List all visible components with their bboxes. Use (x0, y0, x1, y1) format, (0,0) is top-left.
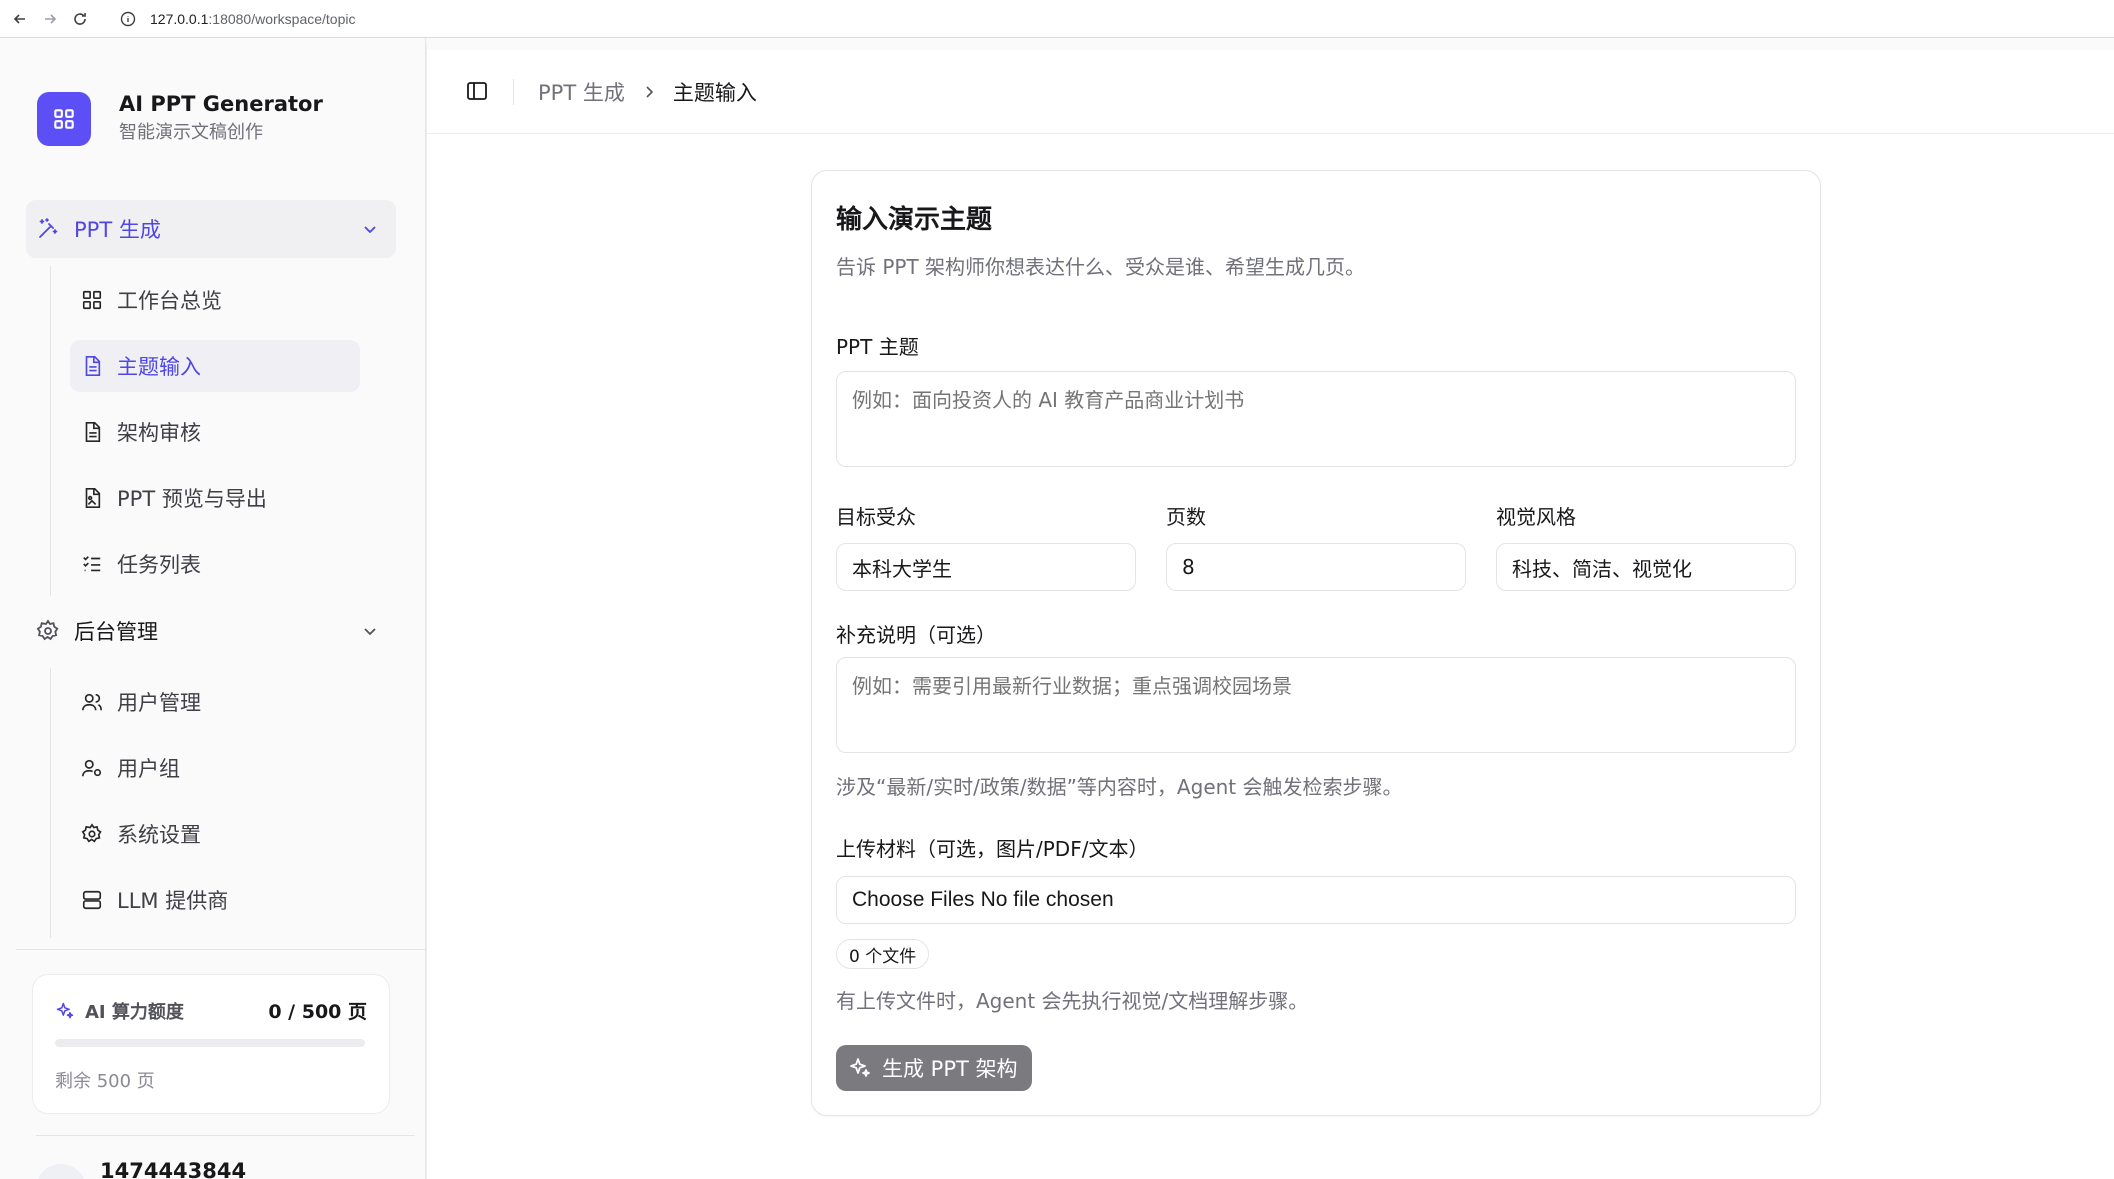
page-title: 输入演示主题 (836, 205, 993, 235)
sparkles-icon (56, 1002, 74, 1018)
style-input[interactable]: 科技、简洁、视觉化 (1496, 543, 1796, 591)
nav-group-label: 后台管理 (74, 620, 158, 644)
sidebar-item-dashboard[interactable]: 工作台总览 (70, 274, 360, 326)
browser-toolbar: 127.0.0.1:18080/workspace/topic (0, 0, 2114, 38)
sidebar-item-user-groups[interactable]: 用户组 (70, 742, 360, 794)
document-icon (81, 421, 103, 443)
gear-icon (81, 823, 103, 845)
dashboard-icon (81, 289, 103, 311)
sidebar-item-llm-providers[interactable]: LLM 提供商 (70, 874, 360, 926)
user-name[interactable]: 1474443844 (100, 1159, 246, 1179)
user-group-icon (81, 757, 103, 779)
main-content: PPT 生成 主题输入 输入演示主题 告诉 PPT 架构师你想表达什么、受众是谁… (426, 38, 2114, 1179)
back-icon[interactable] (10, 9, 30, 29)
nav-group-admin[interactable]: 后台管理 (26, 602, 396, 660)
generate-button-label: 生成 PPT 架构 (882, 1057, 1018, 1081)
avatar[interactable] (36, 1164, 86, 1179)
sidebar-item-label: 主题输入 (117, 355, 201, 379)
breadcrumb: PPT 生成 主题输入 (538, 77, 757, 107)
list-check-icon (81, 553, 103, 575)
info-icon (120, 11, 136, 26)
document-icon (81, 355, 103, 377)
sidebar-item-users[interactable]: 用户管理 (70, 676, 360, 728)
quota-card: AI 算力额度 0 / 500 页 剩余 500 页 (32, 974, 390, 1114)
topic-input[interactable] (836, 371, 1796, 467)
quota-progress-bar (55, 1039, 365, 1047)
sidebar-item-label: 用户组 (117, 757, 180, 781)
file-image-icon (81, 487, 103, 509)
sidebar-item-label: LLM 提供商 (117, 889, 229, 913)
notes-input[interactable] (836, 657, 1796, 753)
sidebar-divider (36, 1135, 414, 1136)
nav-group-ppt[interactable]: PPT 生成 (26, 200, 396, 258)
nav-sublist-admin: 用户管理 用户组 系统设置 LLM 提供商 (50, 668, 366, 938)
nav-sublist-ppt: 工作台总览 主题输入 架构审核 PPT 预览与导出 任务列表 (50, 266, 366, 596)
sidebar-item-tasks[interactable]: 任务列表 (70, 538, 360, 590)
upload-label: 上传材料（可选，图片/PDF/文本） (836, 837, 1149, 861)
file-count-badge: 0 个文件 (836, 939, 930, 969)
sidebar: AI PPT Generator 智能演示文稿创作 PPT 生成 工作台总览 主… (0, 38, 426, 1179)
nav-group-label: PPT 生成 (74, 218, 161, 242)
sidebar-item-label: 工作台总览 (117, 289, 222, 313)
app-root: AI PPT Generator 智能演示文稿创作 PPT 生成 工作台总览 主… (0, 38, 2114, 1179)
quota-value: 0 / 500 页 (268, 1001, 367, 1023)
header-separator (513, 78, 514, 105)
sidebar-item-review[interactable]: 架构审核 (70, 406, 360, 458)
brand-logo-icon (37, 91, 91, 146)
file-status: No file chosen (980, 888, 1114, 911)
sidebar-item-topic[interactable]: 主题输入 (70, 340, 360, 392)
magic-wand-icon (36, 217, 60, 241)
sidebar-item-label: 系统设置 (117, 823, 201, 847)
sidebar-item-label: 任务列表 (117, 553, 201, 577)
audience-input[interactable]: 本科大学生 (836, 543, 1136, 591)
breadcrumb-parent[interactable]: PPT 生成 (538, 77, 625, 107)
brand-title: AI PPT Generator (119, 92, 323, 116)
pages-input[interactable]: 8 (1166, 543, 1466, 591)
topic-label: PPT 主题 (836, 335, 919, 359)
upload-hint: 有上传文件时，Agent 会先执行视觉/文档理解步骤。 (836, 989, 1309, 1013)
topic-form-card: 输入演示主题 告诉 PPT 架构师你想表达什么、受众是谁、希望生成几页。 PPT… (811, 170, 1821, 1116)
sidebar-item-label: 架构审核 (117, 421, 201, 445)
url-path: :18080/workspace/topic (208, 10, 356, 27)
brand: AI PPT Generator 智能演示文稿创作 (37, 90, 323, 147)
forward-icon[interactable] (40, 9, 60, 29)
sidebar-item-preview[interactable]: PPT 预览与导出 (70, 472, 360, 524)
url-host: 127.0.0.1 (150, 10, 209, 27)
sidebar-item-label: PPT 预览与导出 (117, 487, 267, 511)
audience-label: 目标受众 (836, 505, 916, 529)
chevron-down-icon (364, 628, 376, 636)
reload-icon[interactable] (70, 9, 90, 29)
gear-icon (36, 619, 60, 643)
file-upload-input[interactable]: Choose Files No file chosen (836, 876, 1796, 924)
generate-architecture-button[interactable]: 生成 PPT 架构 (836, 1045, 1032, 1091)
breadcrumb-current: 主题输入 (672, 80, 757, 105)
sidebar-divider (16, 949, 425, 950)
server-icon (81, 889, 103, 911)
sidebar-item-label: 用户管理 (117, 691, 201, 715)
sidebar-item-settings[interactable]: 系统设置 (70, 808, 360, 860)
style-label: 视觉风格 (1496, 505, 1576, 529)
page-header: PPT 生成 主题输入 (427, 50, 2114, 134)
chevron-down-icon (364, 226, 376, 234)
pages-label: 页数 (1166, 505, 1206, 529)
form-description: 告诉 PPT 架构师你想表达什么、受众是谁、希望生成几页。 (836, 255, 1366, 279)
notes-label: 补充说明（可选） (836, 623, 996, 647)
sidebar-toggle-icon[interactable] (465, 79, 491, 105)
address-bar[interactable]: 127.0.0.1:18080/workspace/topic (120, 11, 355, 27)
choose-files-button[interactable]: Choose Files (852, 888, 975, 912)
quota-remaining: 剩余 500 页 (55, 1071, 155, 1092)
chevron-right-icon (646, 85, 653, 98)
users-icon (81, 691, 103, 713)
quota-label: AI 算力额度 (85, 1001, 184, 1023)
sparkles-icon (850, 1058, 870, 1077)
notes-hint: 涉及“最新/实时/政策/数据”等内容时，Agent 会触发检索步骤。 (836, 775, 1403, 799)
brand-subtitle: 智能演示文稿创作 (119, 122, 263, 143)
